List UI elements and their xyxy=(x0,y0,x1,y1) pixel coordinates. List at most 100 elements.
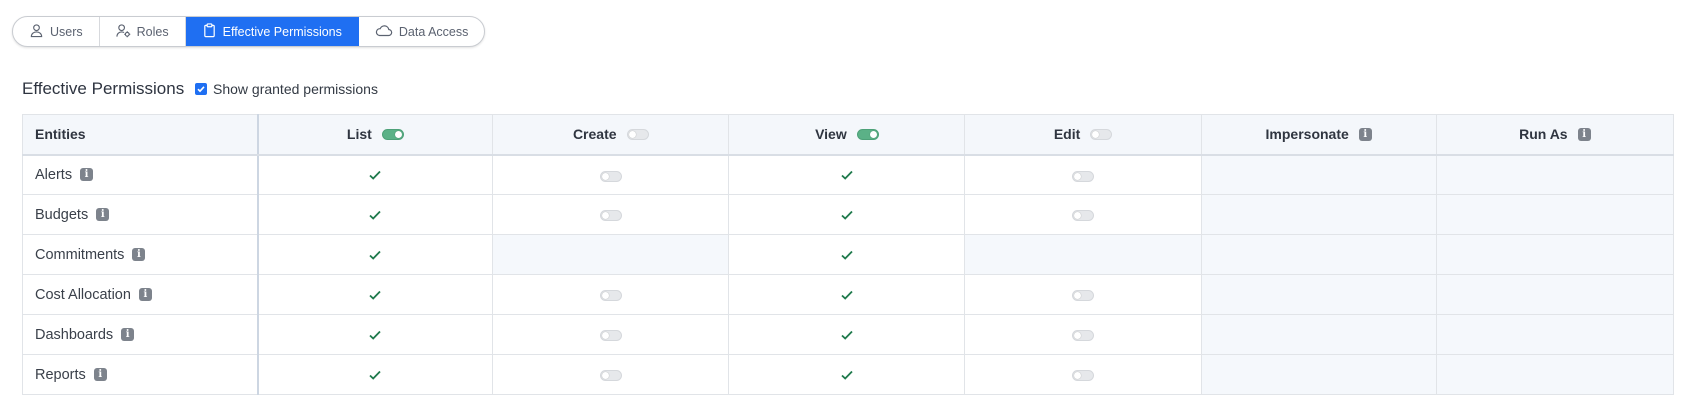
check-icon xyxy=(839,366,855,382)
info-icon[interactable]: i xyxy=(1358,127,1372,141)
list-cell xyxy=(257,154,494,195)
create-cell xyxy=(492,354,730,395)
check-icon xyxy=(367,166,383,182)
check-icon xyxy=(839,326,855,342)
run-as-cell xyxy=(1435,274,1675,315)
edit-toggle[interactable] xyxy=(1072,210,1095,222)
entity-name: Dashboards xyxy=(35,326,114,343)
tab-effective-permissions[interactable]: Effective Permissions xyxy=(185,17,359,46)
entity-cell: Budgets i xyxy=(21,194,259,235)
show-granted-checkbox[interactable]: Show granted permissions xyxy=(195,81,378,97)
header-list-label: List xyxy=(346,126,372,143)
entity-cell: Alerts i xyxy=(21,154,259,195)
entity-cell: Reports i xyxy=(21,354,259,395)
create-toggle[interactable] xyxy=(599,330,622,342)
list-cell xyxy=(257,234,494,275)
header-view-label: View xyxy=(815,126,847,143)
info-icon[interactable]: i xyxy=(138,288,152,302)
entity-name: Budgets xyxy=(35,206,89,223)
create-cell xyxy=(492,194,730,235)
info-icon[interactable]: i xyxy=(132,248,146,262)
edit-toggle[interactable] xyxy=(1072,370,1095,382)
checkbox-checked-icon[interactable] xyxy=(195,83,207,95)
impersonate-cell xyxy=(1200,194,1437,235)
entity-name: Cost Allocation xyxy=(35,286,131,303)
edit-cell xyxy=(964,154,1202,195)
edit-cell xyxy=(964,314,1202,355)
create-toggle[interactable] xyxy=(599,370,622,382)
header-impersonate-label: Impersonate xyxy=(1265,126,1349,143)
entity-name: Commitments xyxy=(35,246,125,263)
create-cell xyxy=(492,274,730,315)
entity-cell: Dashboards i xyxy=(21,314,259,355)
create-toggle[interactable] xyxy=(599,210,622,222)
edit-cell xyxy=(964,234,1202,275)
edit-cell xyxy=(964,354,1202,395)
check-icon xyxy=(367,326,383,342)
tab-data-access[interactable]: Data Access xyxy=(359,17,484,46)
header-list: List xyxy=(257,114,494,156)
create-toggle[interactable] xyxy=(599,170,622,182)
check-icon xyxy=(367,286,383,302)
tab-effective-permissions-label: Effective Permissions xyxy=(222,24,342,39)
create-cell xyxy=(492,234,730,275)
info-icon[interactable]: i xyxy=(93,368,107,382)
info-icon[interactable]: i xyxy=(121,328,135,342)
tab-data-access-label: Data Access xyxy=(398,24,469,39)
check-icon xyxy=(839,286,855,302)
edit-toggle[interactable] xyxy=(1072,170,1095,182)
entity-cell: Cost Allocation i xyxy=(21,274,259,315)
header-run-as: Run As i xyxy=(1435,114,1675,156)
check-icon xyxy=(839,246,855,262)
cloud-icon xyxy=(375,23,393,40)
permissions-table: Entities List Create View Edit Impersona… xyxy=(21,114,1675,395)
entity-cell: Commitments i xyxy=(21,234,259,275)
edit-all-toggle[interactable] xyxy=(1090,128,1113,140)
user-gear-icon xyxy=(116,23,131,41)
info-icon[interactable]: i xyxy=(96,208,110,222)
tab-users[interactable]: Users xyxy=(13,17,100,46)
section-title: Effective Permissions xyxy=(22,79,185,98)
view-cell xyxy=(728,274,966,315)
table-header-row: Entities List Create View Edit Impersona… xyxy=(21,114,1675,156)
header-entities: Entities xyxy=(21,114,259,156)
list-cell xyxy=(257,354,494,395)
edit-cell xyxy=(964,194,1202,235)
table-row: Commitments i xyxy=(21,234,1675,275)
run-as-cell xyxy=(1435,354,1675,395)
create-all-toggle[interactable] xyxy=(626,128,649,140)
impersonate-cell xyxy=(1200,274,1437,315)
header-create-label: Create xyxy=(572,126,617,143)
info-icon[interactable]: i xyxy=(80,168,94,182)
run-as-cell xyxy=(1435,194,1675,235)
view-all-toggle[interactable] xyxy=(856,128,879,140)
run-as-cell xyxy=(1435,234,1675,275)
impersonate-cell xyxy=(1200,154,1437,195)
user-icon xyxy=(29,23,44,41)
edit-toggle[interactable] xyxy=(1072,330,1095,342)
info-icon[interactable]: i xyxy=(1577,127,1591,141)
tab-users-label: Users xyxy=(50,24,83,39)
list-all-toggle[interactable] xyxy=(381,128,404,140)
header-create: Create xyxy=(492,114,730,156)
create-cell xyxy=(492,314,730,355)
view-cell xyxy=(728,234,966,275)
tab-bar: Users Roles Effective Permissions Data A… xyxy=(12,16,486,47)
table-row: Alerts i xyxy=(21,154,1675,195)
list-cell xyxy=(257,314,494,355)
table-row: Dashboards i xyxy=(21,314,1675,355)
entity-name: Alerts xyxy=(35,166,73,183)
table-row: Cost Allocation i xyxy=(21,274,1675,315)
view-cell xyxy=(728,314,966,355)
create-toggle[interactable] xyxy=(599,290,622,302)
view-cell xyxy=(728,154,966,195)
run-as-cell xyxy=(1435,314,1675,355)
check-icon xyxy=(839,206,855,222)
create-cell xyxy=(492,154,730,195)
check-icon xyxy=(839,166,855,182)
header-edit: Edit xyxy=(964,114,1202,156)
tab-roles[interactable]: Roles xyxy=(100,17,186,46)
check-icon xyxy=(367,366,383,382)
edit-toggle[interactable] xyxy=(1072,290,1095,302)
table-row: Budgets i xyxy=(21,194,1675,235)
